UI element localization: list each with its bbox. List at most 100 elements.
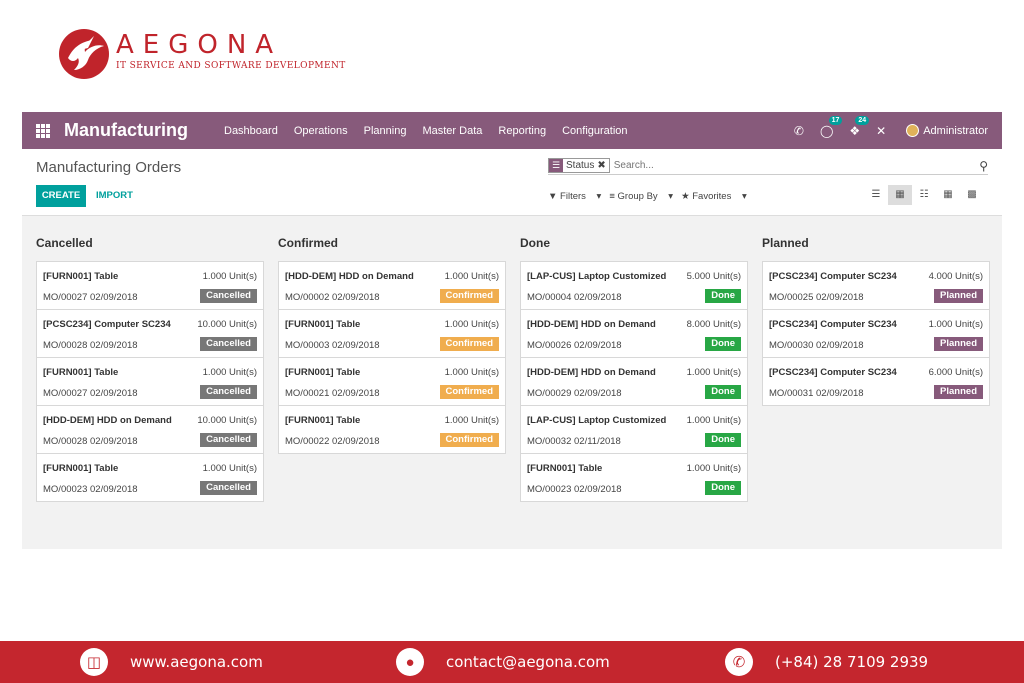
kanban-card[interactable]: [FURN001] Table 1.000 Unit(s) MO/00027 02/… (36, 261, 264, 310)
kanban-view-icon[interactable]: ▦ (888, 185, 912, 205)
apps-grid-icon[interactable] (36, 123, 50, 138)
app-title: Manufacturing (64, 120, 188, 140)
quantity: 1.000 Unit(s) (928, 319, 983, 330)
quantity: 1.000 Unit(s) (686, 367, 741, 378)
brand-header: AEGONA IT SERVICE AND SOFTWARE DEVELOPME… (58, 28, 346, 80)
footer-website[interactable]: ◫ www.aegona.com (80, 648, 263, 676)
remove-facet-icon[interactable]: ✖ (597, 160, 608, 171)
kanban-column-confirmed: Confirmed [HDD-DEM] HDD on Demand 1.000 Un… (278, 236, 506, 502)
status-badge: Planned (934, 337, 983, 351)
person-icon: ● (396, 648, 424, 676)
favorites-dropdown[interactable]: ★ Favorites ▾ (681, 191, 747, 202)
order-reference: MO/00022 02/09/2018 (285, 436, 380, 447)
activity-icon[interactable]: ❖ 24 (849, 115, 870, 138)
create-button[interactable]: CREATE (36, 185, 86, 207)
status-badge: Confirmed (439, 433, 499, 447)
product-name: [FURN001] Table (43, 271, 119, 282)
list-view-icon[interactable]: ☰ (864, 185, 888, 205)
chat-icon[interactable]: ◯ 17 (820, 115, 843, 138)
kanban-card[interactable]: [PCSC234] Computer SC234 4.000 Unit(s) MO/… (762, 261, 990, 310)
user-name[interactable]: Administrator (923, 125, 988, 137)
kanban-column-cancelled: Cancelled [FURN001] Table 1.000 Unit(s) MO/… (36, 236, 264, 502)
menu-item-dashboard[interactable]: Dashboard (224, 125, 278, 137)
phone-icon[interactable]: ✆ (794, 124, 804, 138)
facet-label: Status (566, 160, 595, 171)
import-button[interactable]: IMPORT (96, 185, 133, 207)
kanban-card[interactable]: [FURN001] Table 1.000 Unit(s) MO/00027 02/… (36, 357, 264, 406)
graph-view-icon[interactable]: ▩ (960, 185, 984, 205)
menu-item-master-data[interactable]: Master Data (422, 125, 482, 137)
status-badge: Cancelled (200, 481, 257, 495)
product-name: [PCSC234] Computer SC234 (769, 271, 897, 282)
quantity: 1.000 Unit(s) (686, 415, 741, 426)
kanban-card[interactable]: [HDD-DEM] HDD on Demand 1.000 Unit(s) MO/0… (520, 357, 748, 406)
view-switcher: ☰ ▦ ☷ ▦ ▩ (864, 185, 984, 205)
globe-icon: ◫ (80, 648, 108, 676)
debug-close-icon[interactable]: ✕ (876, 124, 886, 138)
kanban-card[interactable]: [PCSC234] Computer SC234 1.000 Unit(s) MO/… (762, 309, 990, 358)
kanban-column-planned: Planned [PCSC234] Computer SC234 4.000 Uni… (762, 236, 990, 502)
status-badge: Confirmed (439, 289, 499, 303)
kanban-card[interactable]: [PCSC234] Computer SC234 6.000 Unit(s) MO/… (762, 357, 990, 406)
systray: ✆ ◯ 17 ❖ 24 ✕ Administrator (778, 115, 988, 138)
quantity: 1.000 Unit(s) (202, 367, 257, 378)
kanban-card[interactable]: [FURN001] Table 1.000 Unit(s) MO/00003 02/… (278, 309, 506, 358)
kanban-card[interactable]: [HDD-DEM] HDD on Demand 1.000 Unit(s) MO/0… (278, 261, 506, 310)
calendar-view-icon[interactable]: ☷ (912, 185, 936, 205)
group-by-dropdown[interactable]: ≡ Group By ▾ (609, 191, 673, 202)
breadcrumb: Manufacturing Orders (36, 159, 182, 176)
order-reference: MO/00030 02/09/2018 (769, 340, 864, 351)
brand-tagline: IT SERVICE AND SOFTWARE DEVELOPMENT (116, 61, 346, 71)
kanban-card[interactable]: [LAP-CUS] Laptop Customized 1.000 Unit(s)… (520, 405, 748, 454)
menu-item-planning[interactable]: Planning (364, 125, 407, 137)
quantity: 5.000 Unit(s) (686, 271, 741, 282)
order-reference: MO/00002 02/09/2018 (285, 292, 380, 303)
kanban-card[interactable]: [HDD-DEM] HDD on Demand 10.000 Unit(s) MO/… (36, 405, 264, 454)
status-badge: Cancelled (200, 433, 257, 447)
search-icon[interactable]: ⚲ (979, 159, 988, 173)
footer-email[interactable]: ● contact@aegona.com (396, 648, 610, 676)
quantity: 1.000 Unit(s) (202, 271, 257, 282)
status-badge: Planned (934, 385, 983, 399)
footer-bar: ◫ www.aegona.com ● contact@aegona.com ✆ … (0, 641, 1024, 683)
kanban-card[interactable]: [FURN001] Table 1.000 Unit(s) MO/00023 02/… (36, 453, 264, 502)
quantity: 4.000 Unit(s) (928, 271, 983, 282)
order-reference: MO/00004 02/09/2018 (527, 292, 622, 303)
quantity: 10.000 Unit(s) (197, 415, 257, 426)
order-reference: MO/00026 02/09/2018 (527, 340, 622, 351)
search-input[interactable] (613, 160, 954, 171)
menu-item-reporting[interactable]: Reporting (498, 125, 546, 137)
kanban-card[interactable]: [FURN001] Table 1.000 Unit(s) MO/00021 02/… (278, 357, 506, 406)
pivot-view-icon[interactable]: ▦ (936, 185, 960, 205)
filters-dropdown[interactable]: ▼ Filters ▾ (548, 191, 601, 202)
order-reference: MO/00028 02/09/2018 (43, 436, 138, 447)
kanban-card[interactable]: [FURN001] Table 1.000 Unit(s) MO/00022 02/… (278, 405, 506, 454)
top-navbar: Manufacturing Dashboard Operations Plann… (22, 112, 1002, 149)
kanban-card[interactable]: [HDD-DEM] HDD on Demand 8.000 Unit(s) MO/0… (520, 309, 748, 358)
status-badge: Done (705, 433, 741, 447)
kanban-card[interactable]: [PCSC234] Computer SC234 10.000 Unit(s) MO… (36, 309, 264, 358)
footer-phone[interactable]: ✆ (+84) 28 7109 2939 (725, 648, 928, 676)
group-by-icon: ☰ (549, 159, 563, 172)
control-panel: Manufacturing Orders CREATE IMPORT ☰ Sta… (22, 149, 1002, 216)
product-name: [FURN001] Table (285, 367, 361, 378)
avatar[interactable] (906, 124, 920, 137)
kanban-board: Cancelled [FURN001] Table 1.000 Unit(s) MO/… (36, 236, 1004, 502)
status-badge: Done (705, 385, 741, 399)
column-title: Cancelled (36, 236, 93, 250)
status-facet: ☰ Status ✖ (548, 158, 610, 173)
menu-item-configuration[interactable]: Configuration (562, 125, 627, 137)
phone-text: (+84) 28 7109 2939 (775, 653, 929, 671)
page: AEGONA IT SERVICE AND SOFTWARE DEVELOPME… (0, 0, 1024, 683)
status-badge: Confirmed (439, 385, 499, 399)
order-reference: MO/00032 02/11/2018 (527, 436, 621, 447)
product-name: [HDD-DEM] HDD on Demand (285, 271, 414, 282)
status-badge: Done (705, 337, 741, 351)
order-reference: MO/00023 02/09/2018 (43, 484, 138, 495)
brand-name: AEGONA (116, 30, 283, 60)
menu-item-operations[interactable]: Operations (294, 125, 348, 137)
order-reference: MO/00028 02/09/2018 (43, 340, 138, 351)
order-reference: MO/00025 02/09/2018 (769, 292, 864, 303)
kanban-card[interactable]: [FURN001] Table 1.000 Unit(s) MO/00023 02/… (520, 453, 748, 502)
kanban-card[interactable]: [LAP-CUS] Laptop Customized 5.000 Unit(s)… (520, 261, 748, 310)
